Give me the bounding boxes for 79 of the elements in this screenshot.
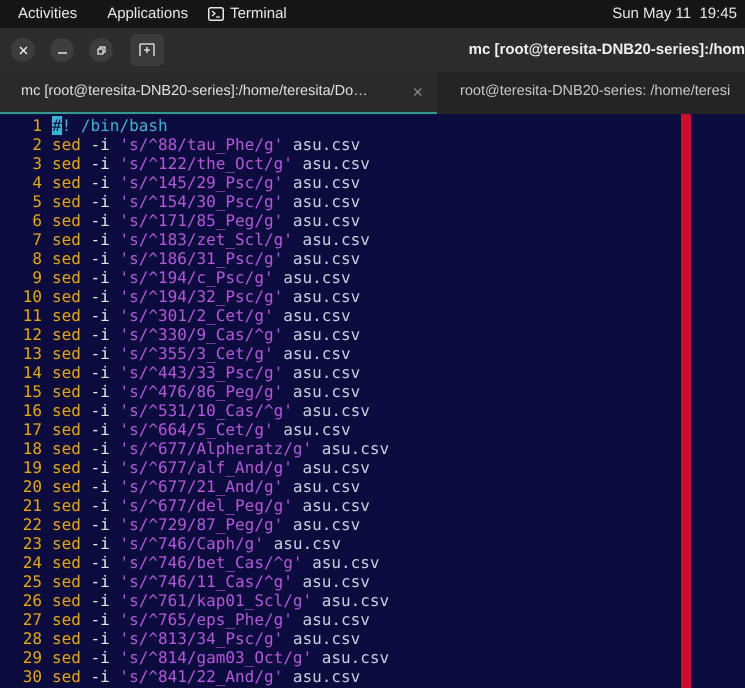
restore-button[interactable]	[89, 38, 113, 62]
line-number: 8	[31, 249, 42, 268]
code-line: sed -i 's/^355/3_Cet/g' asu.csv	[52, 344, 351, 363]
line-number: 7	[31, 230, 42, 249]
code-line: sed -i 's/^761/kap01_Scl/g' asu.csv	[52, 591, 390, 610]
line-number: 30	[22, 667, 42, 686]
tab-label: root@teresita-DNB20-series: /home/teresi	[460, 82, 730, 102]
code-line: sed -i 's/^88/tau_Phe/g' asu.csv	[52, 135, 360, 154]
line-number: 5	[31, 192, 42, 211]
code-line: sed -i 's/^154/30_Psc/g' asu.csv	[52, 192, 360, 211]
tab[interactable]: mc [root@teresita-DNB20-series]:/home/teresita/Do… ×	[0, 72, 437, 114]
clock[interactable]: Sun May 11 19:45	[612, 2, 737, 26]
line-number: 2	[31, 135, 42, 154]
line-number: 19	[22, 458, 42, 477]
code-line: sed -i 's/^814/gam03_Oct/g' asu.csv	[52, 648, 390, 667]
code-line: sed -i 's/^301/2_Cet/g' asu.csv	[52, 306, 351, 325]
line-number: 27	[22, 610, 42, 629]
close-button[interactable]	[11, 38, 35, 62]
restore-icon	[96, 46, 106, 54]
code-line: sed -i 's/^677/21_And/g' asu.csv	[52, 477, 360, 496]
applications-menu[interactable]: Applications	[107, 2, 188, 26]
new-tab-icon	[139, 43, 155, 57]
line-number: 11	[22, 306, 42, 325]
code-line: sed -i 's/^813/34_Psc/g' asu.csv	[52, 629, 360, 648]
code-line: sed -i 's/^330/9_Cas/^g' asu.csv	[52, 325, 360, 344]
line-number: 15	[22, 382, 42, 401]
code-line: sed -i 's/^746/Caph/g' asu.csv	[52, 534, 342, 553]
minimize-button[interactable]	[50, 38, 74, 62]
code-line: sed -i 's/^746/11_Cas/^g' asu.csv	[52, 572, 370, 591]
activities-button[interactable]: Activities	[18, 2, 78, 26]
line-number: 14	[22, 363, 42, 382]
line-number: 18	[22, 439, 42, 458]
line-number: 24	[22, 553, 42, 572]
code-line: sed -i 's/^183/zet_Scl/g' asu.csv	[52, 230, 370, 249]
terminal-icon	[208, 7, 224, 21]
line-number: 25	[22, 572, 42, 591]
tab[interactable]: root@teresita-DNB20-series: /home/teresi	[437, 72, 730, 114]
line-number: 1	[31, 116, 42, 135]
line-number: 17	[22, 420, 42, 439]
window-title: mc [root@teresita-DNB20-series]:/hom	[468, 40, 745, 60]
line-number: 10	[22, 287, 42, 306]
tab-close-button[interactable]: ×	[412, 83, 423, 101]
line-number: 28	[22, 629, 42, 648]
code-line: sed -i 's/^145/29_Psc/g' asu.csv	[52, 173, 360, 192]
line-number: 12	[22, 325, 42, 344]
line-number: 9	[31, 268, 42, 287]
code-line: sed -i 's/^194/32_Psc/g' asu.csv	[52, 287, 360, 306]
code-line: sed -i 's/^186/31_Psc/g' asu.csv	[52, 249, 360, 268]
code-line: sed -i 's/^746/bet_Cas/^g' asu.csv	[52, 553, 380, 572]
code-line: sed -i 's/^476/86_Peg/g' asu.csv	[52, 382, 360, 401]
code-line: sed -i 's/^443/33_Psc/g' asu.csv	[52, 363, 360, 382]
line-number: 4	[31, 173, 42, 192]
code-line: sed -i 's/^531/10_Cas/^g' asu.csv	[52, 401, 370, 420]
code-line: sed -i 's/^765/eps_Phe/g' asu.csv	[52, 610, 370, 629]
code-line: sed -i 's/^729/87_Peg/g' asu.csv	[52, 515, 360, 534]
tab-label: mc [root@teresita-DNB20-series]:/home/teresita/Do…	[21, 82, 368, 102]
line-number: 23	[22, 534, 42, 553]
line-number: 13	[22, 344, 42, 363]
line-number: 6	[31, 211, 42, 230]
line-number: 22	[22, 515, 42, 534]
code-line: sed -i 's/^841/22_And/g' asu.csv	[52, 667, 360, 686]
code-line: #! /bin/bash	[52, 116, 168, 135]
code-line: sed -i 's/^677/Alpheratz/g' asu.csv	[52, 439, 390, 458]
new-tab-button[interactable]	[130, 34, 164, 66]
minimize-icon	[58, 52, 66, 54]
line-number: 20	[22, 477, 42, 496]
line-number: 21	[22, 496, 42, 515]
line-number: 29	[22, 648, 42, 667]
close-icon	[18, 46, 28, 54]
code-line: sed -i 's/^677/alf_And/g' asu.csv	[52, 458, 370, 477]
app-name[interactable]: Terminal	[230, 2, 287, 26]
line-number: 16	[22, 401, 42, 420]
code-line: sed -i 's/^677/del_Peg/g' asu.csv	[52, 496, 370, 515]
code-line: sed -i 's/^171/85_Peg/g' asu.csv	[52, 211, 360, 230]
code-line: sed -i 's/^664/5_Cet/g' asu.csv	[52, 420, 351, 439]
line-number: 26	[22, 591, 42, 610]
line-number: 3	[31, 154, 42, 173]
code-line: sed -i 's/^194/c_Psc/g' asu.csv	[52, 268, 351, 287]
code-line: sed -i 's/^122/the_Oct/g' asu.csv	[52, 154, 370, 173]
